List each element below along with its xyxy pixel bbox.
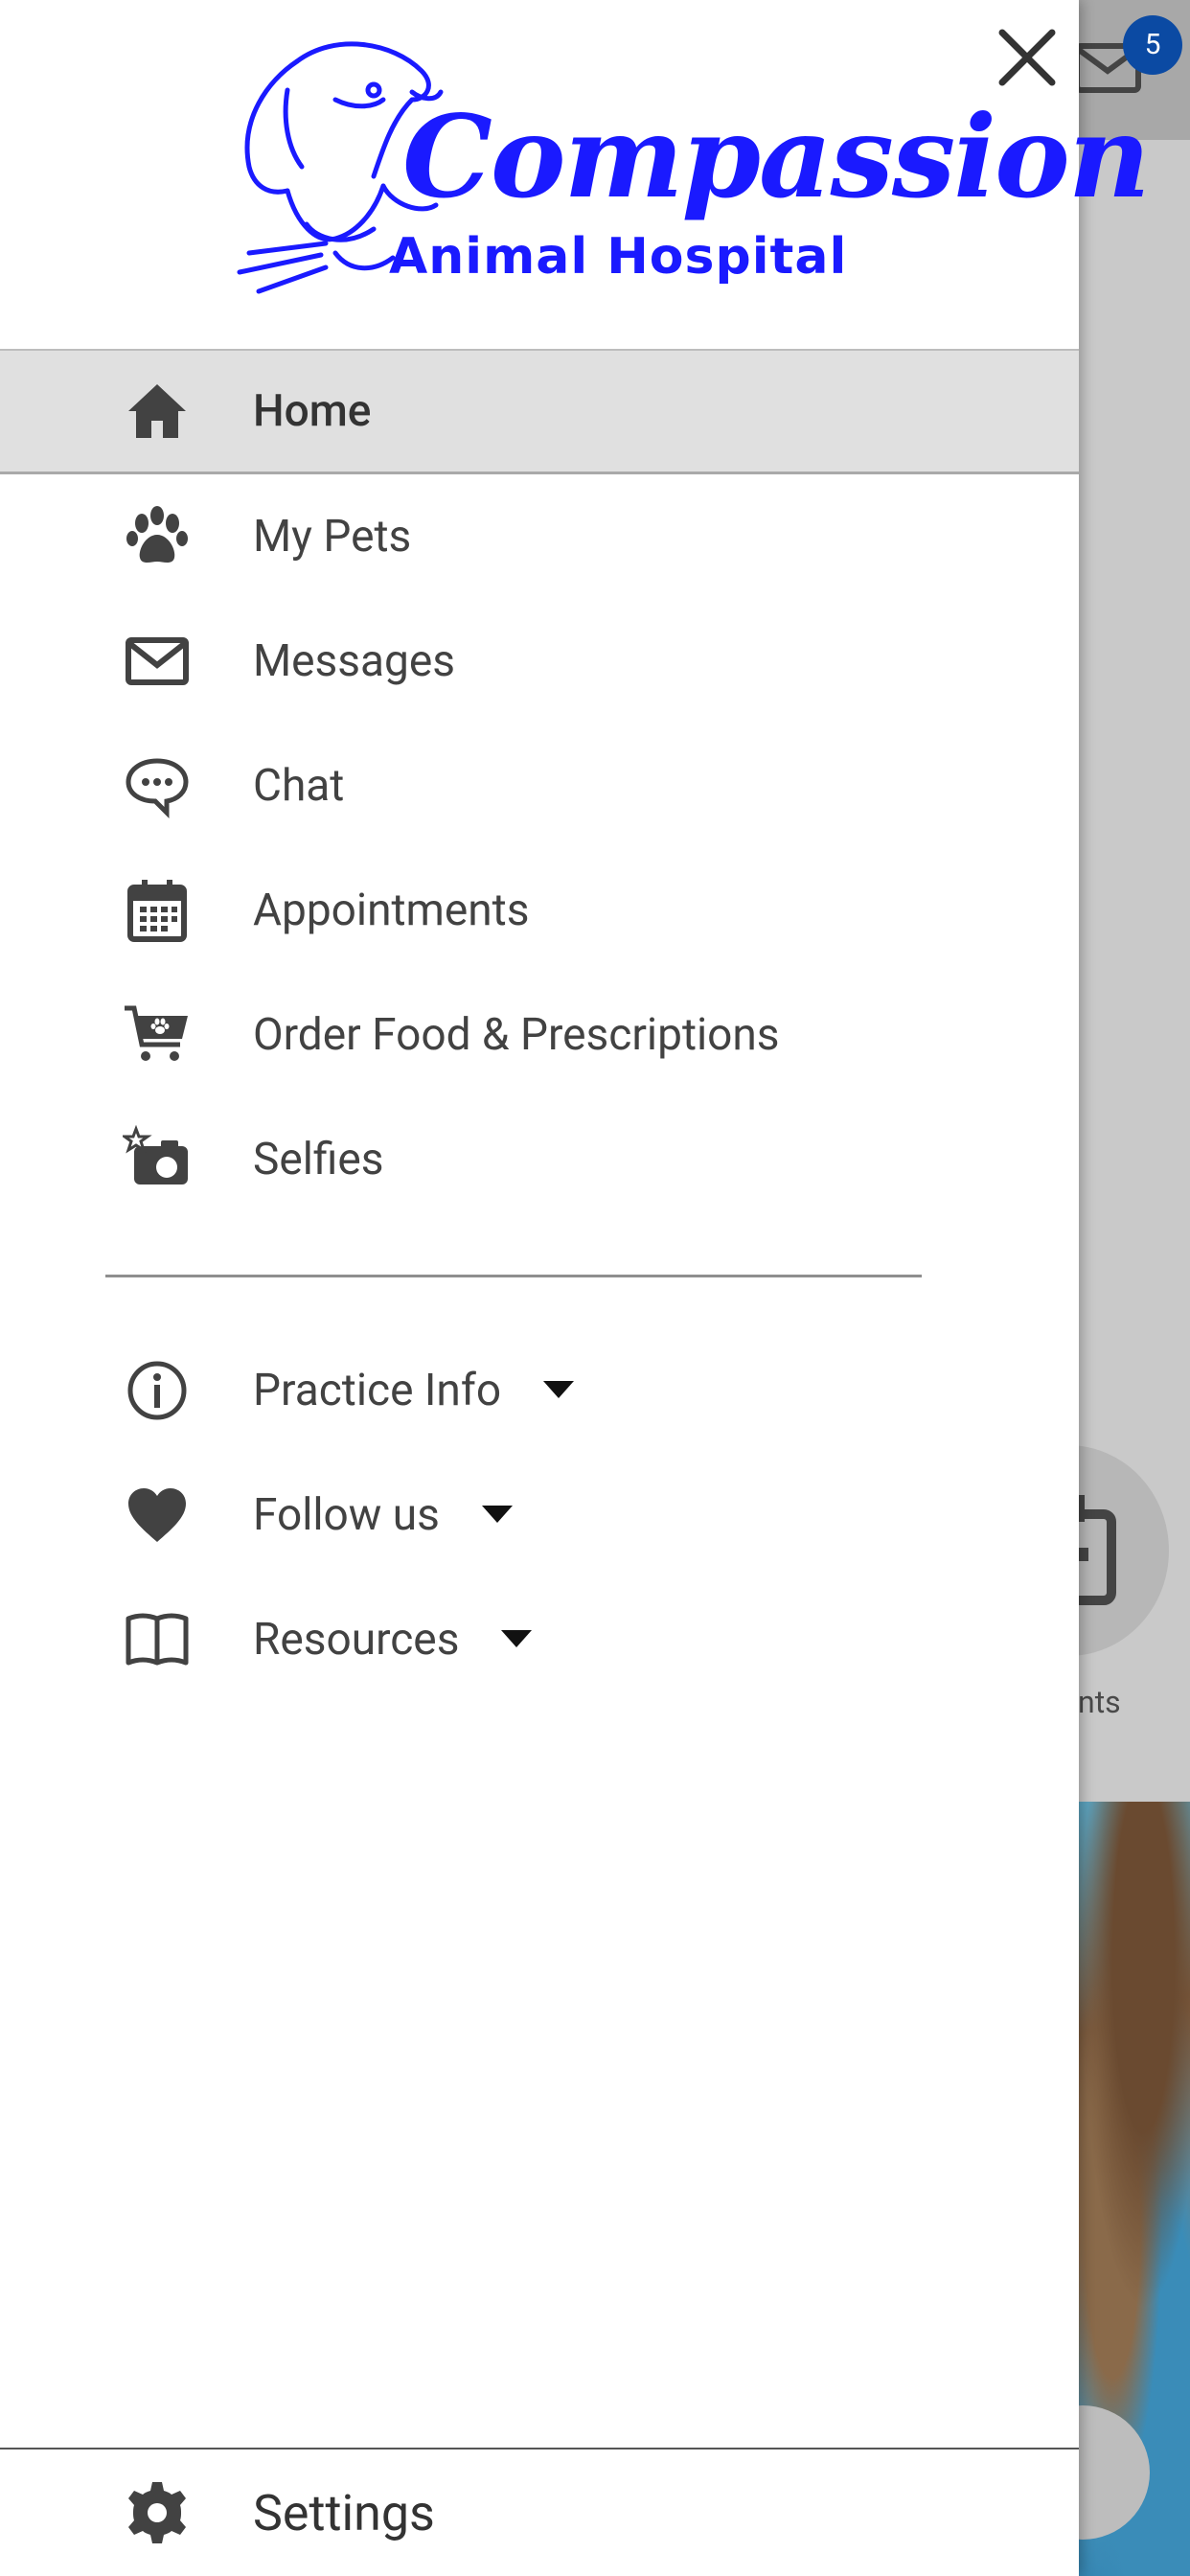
practice-logo: Compassion Animal Hospital	[230, 33, 1151, 310]
menu-item-chat[interactable]: Chat	[0, 724, 1079, 848]
menu-item-label: Order Food & Prescriptions	[253, 1009, 780, 1061]
menu-item-label: Chat	[253, 760, 345, 812]
chat-bubble-icon	[121, 749, 194, 822]
menu-item-resources[interactable]: Resources	[0, 1577, 1079, 1702]
heart-icon	[121, 1479, 194, 1552]
menu-item-label: Appointments	[253, 885, 530, 936]
settings-label: Settings	[253, 2483, 435, 2542]
info-icon	[121, 1354, 194, 1427]
cart-icon	[121, 999, 194, 1071]
book-icon	[121, 1603, 194, 1676]
logo-title: Compassion	[402, 90, 1151, 223]
close-icon[interactable]	[993, 23, 1062, 92]
gear-icon	[121, 2476, 194, 2549]
settings-button[interactable]: Settings	[0, 2450, 1079, 2576]
menu-item-appointments[interactable]: Appointments	[0, 848, 1079, 973]
menu-item-practice-info[interactable]: Practice Info	[0, 1328, 1079, 1453]
menu-item-home[interactable]: Home	[0, 349, 1079, 474]
menu-item-label: Resources	[253, 1614, 533, 1666]
menu-item-label: Home	[253, 385, 372, 437]
mail-count-badge: 5	[1123, 15, 1182, 75]
logo-subtitle: Animal Hospital	[389, 228, 848, 286]
menu-item-label: Practice Info	[253, 1365, 575, 1416]
menu-item-selfies[interactable]: Selfies	[0, 1097, 1079, 1222]
main-menu: Home My Pets Messages Chat Appointments …	[0, 349, 1079, 1222]
calendar-icon	[121, 874, 194, 947]
menu-item-follow-us[interactable]: Follow us	[0, 1453, 1079, 1577]
paw-icon	[121, 500, 194, 573]
menu-item-order-food[interactable]: Order Food & Prescriptions	[0, 973, 1079, 1097]
menu-item-messages[interactable]: Messages	[0, 599, 1079, 724]
menu-item-my-pets[interactable]: My Pets	[0, 474, 1079, 599]
menu-item-label: Follow us	[253, 1489, 513, 1541]
menu-divider	[105, 1275, 922, 1277]
navigation-drawer: Compassion Animal Hospital Home My Pets	[0, 0, 1151, 2576]
menu-item-label: Messages	[253, 635, 456, 687]
menu-item-label: Selfies	[253, 1134, 384, 1185]
chevron-down-icon	[481, 1505, 513, 1523]
home-icon	[121, 375, 194, 448]
secondary-menu: Practice Info Follow us Resources	[0, 1328, 1079, 1702]
chevron-down-icon	[501, 1629, 533, 1647]
chevron-down-icon	[543, 1380, 575, 1398]
envelope-icon	[121, 625, 194, 698]
menu-item-label: My Pets	[253, 511, 412, 563]
camera-icon	[121, 1123, 194, 1196]
